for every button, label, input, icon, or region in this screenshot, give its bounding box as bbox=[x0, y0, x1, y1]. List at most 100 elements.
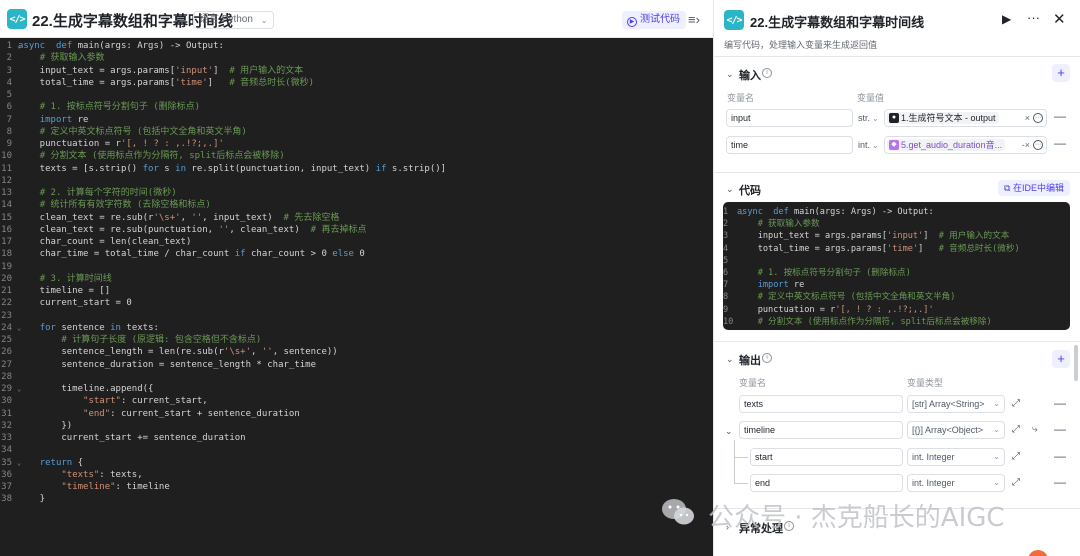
output-section-toggle-icon[interactable]: ⌄ bbox=[726, 354, 734, 365]
output-type-select[interactable]: [{}] Array<Object> ⌄ bbox=[907, 421, 1005, 439]
code-token: total_time = args.params[ bbox=[737, 243, 888, 254]
timeline-toggle-icon[interactable]: ⌄ bbox=[725, 426, 733, 437]
clear-ref-icon[interactable]: -× bbox=[1022, 137, 1030, 153]
remove-child-button[interactable]: — bbox=[1054, 475, 1066, 489]
code-token: # 先去除空格 bbox=[283, 212, 340, 223]
code-token: # 音频总时长(微秒) bbox=[229, 77, 315, 88]
add-input-button[interactable]: + bbox=[1052, 64, 1070, 82]
remove-output-button[interactable]: — bbox=[1054, 396, 1066, 410]
input-col-value: 变量值 bbox=[857, 93, 885, 103]
code-token: ] bbox=[213, 65, 230, 76]
child-type-select[interactable]: int. Integer ⌄ bbox=[907, 474, 1005, 492]
code-token: texts = [s.strip() bbox=[18, 163, 143, 174]
panel-description[interactable]: 编写代码，处理输入变量来生成返回值 bbox=[724, 38, 877, 51]
info-icon[interactable]: i bbox=[762, 68, 772, 78]
code-line: 28 bbox=[0, 371, 713, 383]
code-line: 34 bbox=[0, 444, 713, 456]
code-token: current_start = 0 bbox=[18, 298, 132, 309]
language-select-label: 语言 Python bbox=[199, 14, 253, 25]
code-token: , bbox=[251, 347, 262, 358]
input-type-select[interactable]: str. ⌄ bbox=[858, 109, 879, 127]
code-line: 10 # 分割文本 (使用标点作为分隔符, split后标点会被移除) bbox=[723, 316, 1070, 328]
fold-chevron-icon[interactable]: ⌄ bbox=[17, 383, 21, 395]
line-number: 6 bbox=[723, 267, 729, 278]
line-number: 9 bbox=[6, 139, 12, 149]
code-line: 19 bbox=[0, 261, 713, 273]
fold-chevron-icon[interactable]: ⌄ bbox=[17, 322, 21, 334]
add-output-button[interactable]: + bbox=[1052, 350, 1070, 368]
code-line: 11 texts = [s.strip() for s in re.split(… bbox=[0, 163, 713, 175]
info-icon[interactable]: i bbox=[762, 353, 772, 363]
code-token: in bbox=[110, 322, 121, 333]
ref-settings-icon[interactable]: ⋯ bbox=[1033, 113, 1043, 123]
input-name-field[interactable]: time bbox=[726, 136, 853, 154]
code-token: timeline = [] bbox=[18, 286, 111, 296]
remove-child-button[interactable]: — bbox=[1054, 449, 1066, 463]
add-child-icon[interactable]: ⤷ bbox=[1032, 424, 1038, 435]
code-line: 22 current_start = 0 bbox=[0, 297, 713, 309]
code-section-toggle-icon[interactable]: ⌄ bbox=[726, 184, 734, 195]
line-number: 38 bbox=[1, 494, 12, 505]
child-type-select[interactable]: int. Integer ⌄ bbox=[907, 448, 1005, 466]
panel-scrollbar[interactable] bbox=[1074, 345, 1078, 381]
panel-title[interactable]: 22.生成字幕数组和字幕时间线 bbox=[750, 12, 924, 31]
input-section-toggle-icon[interactable]: ⌄ bbox=[726, 69, 734, 80]
line-number: 17 bbox=[1, 237, 12, 247]
run-icon[interactable]: ▶ bbox=[1002, 12, 1011, 26]
test-code-button[interactable]: ▶ 测试代码 bbox=[622, 11, 686, 29]
code-token: import bbox=[39, 114, 73, 125]
ref-settings-icon[interactable]: ⋯ bbox=[1033, 140, 1043, 150]
expand-icon[interactable]: ⤢ bbox=[1012, 451, 1020, 462]
fold-chevron-icon[interactable]: ⌄ bbox=[17, 457, 21, 469]
code-token: # 3. 计算时间线 bbox=[39, 273, 112, 284]
code-line: 14 # 统计所有有效字符数 (去除空格和标点) bbox=[0, 199, 713, 211]
node-config-panel: </> 22.生成字幕数组和字幕时间线 ▶ ··· ✕ 编写代码，处理输入变量来… bbox=[713, 0, 1080, 556]
child-name-field[interactable]: start bbox=[750, 448, 903, 466]
collapse-panel-icon[interactable]: ≡› bbox=[688, 12, 700, 27]
code-token: # 定义中英文标点符号 (包括中文全角和英文半角) bbox=[757, 292, 956, 303]
clear-ref-icon[interactable]: × bbox=[1025, 110, 1030, 126]
divider bbox=[714, 56, 1080, 57]
chevron-down-icon: ⌄ bbox=[993, 399, 1000, 408]
code-token: sentence bbox=[55, 322, 111, 333]
input-ref-chip[interactable]: ◆ 5.get_audio_duration音... -× ⋯ bbox=[884, 136, 1047, 154]
remove-input-button[interactable]: — bbox=[1054, 109, 1066, 123]
close-icon[interactable]: ✕ bbox=[1053, 10, 1066, 28]
code-token: if bbox=[234, 249, 246, 260]
expand-icon[interactable]: ⤢ bbox=[1012, 477, 1020, 488]
code-line: 6 # 1. 按标点符号分割句子 (删除标点) bbox=[0, 101, 713, 113]
code-token: input_text = args.params[ bbox=[737, 231, 888, 242]
code-token: in bbox=[175, 163, 186, 174]
language-select[interactable]: 语言 Python ⌄ bbox=[193, 11, 274, 29]
remove-output-button[interactable]: — bbox=[1054, 422, 1066, 436]
code-line: 3 input_text = args.params['input'] # 用户… bbox=[0, 65, 713, 77]
input-col-name: 变量名 bbox=[727, 93, 755, 103]
output-col-type: 变量类型 bbox=[907, 378, 944, 388]
code-preview[interactable]: 1 ⌄ async def main(args: Args) -> Output: 2… bbox=[723, 202, 1070, 330]
edit-in-ide-button[interactable]: ⧉ 在IDE中编辑 bbox=[998, 180, 1070, 196]
line-number: 37 bbox=[1, 482, 12, 492]
fold-chevron-icon[interactable]: ⌄ bbox=[740, 206, 744, 218]
code-token: # 获取输入参数 bbox=[757, 219, 820, 230]
child-type-label: int. Integer bbox=[912, 452, 955, 462]
line-number: 23 bbox=[1, 310, 12, 321]
fold-chevron-icon[interactable]: ⌄ bbox=[17, 40, 21, 52]
expand-icon[interactable]: ⤢ bbox=[1012, 424, 1020, 435]
remove-input-button[interactable]: — bbox=[1054, 136, 1066, 150]
line-number: 5 bbox=[723, 255, 729, 266]
input-name-field[interactable]: input bbox=[726, 109, 853, 127]
output-name-field[interactable]: texts bbox=[739, 395, 903, 413]
code-line: 5 bbox=[723, 255, 1070, 267]
child-name-field[interactable]: end bbox=[750, 474, 903, 492]
output-type-select[interactable]: [str] Array<String> ⌄ bbox=[907, 395, 1005, 413]
input-ref-chip[interactable]: ● 1.生成符号文本 - output × ⋯ bbox=[884, 109, 1047, 127]
output-name-field[interactable]: timeline bbox=[739, 421, 903, 439]
line-number: 27 bbox=[1, 359, 12, 370]
code-token: : timeline bbox=[115, 482, 170, 492]
more-icon[interactable]: ··· bbox=[1027, 10, 1040, 25]
code-token: "texts" bbox=[61, 469, 100, 480]
chevron-down-icon: ⌄ bbox=[993, 425, 1000, 434]
input-type-select[interactable]: int. ⌄ bbox=[858, 136, 879, 154]
code-editor[interactable]: 1 ⌄ async def main(args: Args) -> Output: 2… bbox=[0, 40, 713, 506]
expand-icon[interactable]: ⤢ bbox=[1012, 398, 1020, 409]
